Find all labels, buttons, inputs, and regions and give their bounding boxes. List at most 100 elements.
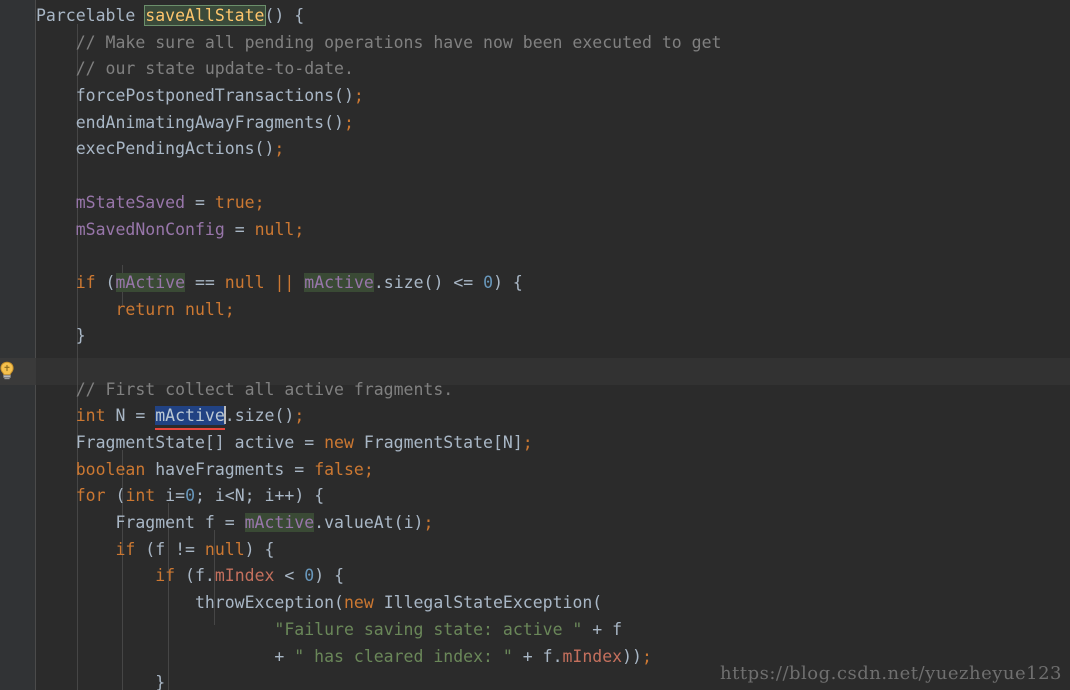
keyword-token: new xyxy=(343,593,374,613)
code-line[interactable]: forcePostponedTransactions(); xyxy=(36,83,1070,110)
code-token: mSavedNonConfig xyxy=(75,219,225,239)
code-token: IllegalStateException( xyxy=(373,593,603,613)
code-token: } xyxy=(36,673,166,690)
keyword-token: int xyxy=(75,406,106,426)
code-token: .size() <= xyxy=(373,272,484,292)
code-token: execPendingActions() xyxy=(36,139,275,159)
keyword-token: if xyxy=(155,566,176,586)
keyword-token: null xyxy=(204,539,245,559)
code-token: ; xyxy=(423,513,434,533)
code-line[interactable]: // our state update-to-date. xyxy=(36,56,1070,83)
code-token: ; xyxy=(522,433,533,452)
code-token: throwException( xyxy=(36,593,344,613)
code-token: ; xyxy=(353,86,364,106)
identifier-under-caret: saveAllState xyxy=(144,5,266,26)
code-line[interactable]: // First collect all active fragments. xyxy=(36,377,1070,404)
comment-token: // our state update-to-date. xyxy=(36,59,354,79)
code-line[interactable]: } xyxy=(36,323,1070,350)
usage-highlight: mActive xyxy=(115,272,186,292)
code-line[interactable]: if (mActive == null || mActive.size() <=… xyxy=(36,270,1070,297)
comment-token: // Make sure all pending operations have… xyxy=(36,32,722,52)
code-token: ) { xyxy=(244,539,275,559)
error-underline xyxy=(155,428,225,431)
code-token: ( xyxy=(105,486,126,506)
code-token: N = xyxy=(105,406,156,426)
code-token: .valueAt(i) xyxy=(314,513,424,533)
code-token: ; xyxy=(343,112,354,132)
keyword-token: null xyxy=(185,299,225,319)
keyword-token: if xyxy=(75,272,96,292)
code-line[interactable]: Parcelable saveAllState() { xyxy=(36,3,1070,30)
code-token: ) { xyxy=(493,272,523,292)
code-token: haveFragments = xyxy=(145,459,315,479)
code-editor[interactable]: Parcelable saveAllState() { // Make sure… xyxy=(0,0,1070,690)
keyword-token: int xyxy=(125,486,156,506)
code-token: ; xyxy=(254,192,265,212)
code-token: .size() xyxy=(224,406,295,426)
code-token: ; xyxy=(294,219,305,239)
keyword-token: new xyxy=(324,433,354,452)
code-line[interactable]: int N = mActive.size(); xyxy=(36,403,1070,430)
code-token: Parcelable xyxy=(36,6,136,25)
code-line[interactable]: execPendingActions(); xyxy=(36,136,1070,163)
code-line[interactable]: Fragment f = mActive.valueAt(i); xyxy=(36,510,1070,537)
code-line[interactable] xyxy=(36,350,1070,377)
code-token: ; xyxy=(294,406,305,426)
code-line[interactable]: FragmentState[] active = new FragmentSta… xyxy=(36,430,1070,457)
code-token: FragmentState[N] xyxy=(353,433,523,452)
code-token: mStateSaved xyxy=(75,192,186,212)
code-token: FragmentState[] active = xyxy=(36,433,325,452)
code-line[interactable]: if (f != null) { xyxy=(36,537,1070,564)
keyword-token: || xyxy=(274,272,295,292)
selected-text: mActive xyxy=(155,406,225,426)
code-token: )) xyxy=(622,646,642,666)
code-token: ; xyxy=(363,459,374,479)
number-token: 0 xyxy=(304,566,315,586)
usage-highlight: mActive xyxy=(304,272,374,292)
editor-gutter[interactable] xyxy=(0,0,36,690)
code-token: mIndex xyxy=(214,566,275,586)
code-line[interactable]: // Make sure all pending operations have… xyxy=(36,30,1070,57)
code-token: ; xyxy=(641,646,652,666)
keyword-token: true xyxy=(214,192,255,212)
string-token: "Failure saving state: active " xyxy=(274,619,583,639)
code-line[interactable]: mSavedNonConfig = null; xyxy=(36,217,1070,244)
code-line[interactable]: "Failure saving state: active " + f xyxy=(36,617,1070,644)
code-token: ( xyxy=(95,272,116,292)
code-line[interactable]: throwException(new IllegalStateException… xyxy=(36,590,1070,617)
code-line[interactable]: boolean haveFragments = false; xyxy=(36,457,1070,484)
lightbulb-intention-icon[interactable] xyxy=(0,360,18,382)
code-token: = xyxy=(224,219,255,239)
code-token: (f != xyxy=(135,539,205,559)
code-line[interactable] xyxy=(36,243,1070,270)
code-line[interactable]: for (int i=0; i<N; i++) { xyxy=(36,483,1070,510)
watermark-text: https://blog.csdn.net/yuezheyue123 xyxy=(720,663,1062,684)
keyword-token: boolean xyxy=(75,459,146,479)
code-token: Fragment f = xyxy=(36,513,245,533)
keyword-token: null xyxy=(224,272,265,292)
code-token: == xyxy=(185,272,225,292)
number-token: 0 xyxy=(483,272,494,292)
code-token: ; i<N; i++) { xyxy=(195,486,325,506)
code-token: + f. xyxy=(512,646,563,666)
code-line[interactable]: return null; xyxy=(36,297,1070,324)
code-surface[interactable]: Parcelable saveAllState() { // Make sure… xyxy=(36,0,1070,690)
code-line[interactable]: mStateSaved = true; xyxy=(36,190,1070,217)
code-token: < xyxy=(274,566,305,586)
code-line[interactable] xyxy=(36,163,1070,190)
code-line[interactable]: endAnimatingAwayFragments(); xyxy=(36,110,1070,137)
code-text[interactable]: Parcelable saveAllState() { // Make sure… xyxy=(36,0,1070,690)
code-line[interactable]: if (f.mIndex < 0) { xyxy=(36,563,1070,590)
code-token: ; xyxy=(224,299,235,319)
